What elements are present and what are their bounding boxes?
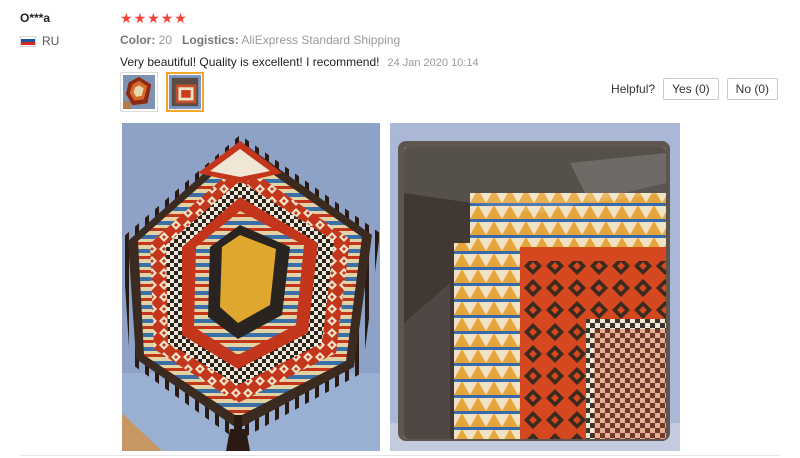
review-text: Very beautiful! Quality is excellent! I … xyxy=(120,55,380,69)
logistics-label: Logistics: xyxy=(182,33,239,47)
star-icon: ★ xyxy=(133,10,147,26)
helpful-label: Helpful? xyxy=(611,82,656,96)
country-code: RU xyxy=(42,34,60,48)
review-feedback: Very beautiful! Quality is excellent! I … xyxy=(120,55,780,71)
review-content: ★ ★ ★ ★ ★ Color: 20 Logistics: AliExpress St… xyxy=(120,10,780,71)
review-date: 24 Jan 2020 10:14 xyxy=(387,57,479,69)
logistics-value: AliExpress Standard Shipping xyxy=(241,33,401,47)
helpful-no-button[interactable]: No (0) xyxy=(726,78,778,100)
color-label: Color: xyxy=(120,33,156,47)
star-rating: ★ ★ ★ ★ ★ xyxy=(120,10,780,26)
logistics-attribute: Logistics: AliExpress Standard Shipping xyxy=(182,33,400,47)
color-value: 20 xyxy=(158,33,173,47)
photo-thumbnails xyxy=(120,72,204,112)
color-attribute: Color: 20 xyxy=(120,33,172,47)
reviewer-info: O***a RU xyxy=(20,10,110,48)
scarf-unfolded-photo[interactable] xyxy=(122,123,380,451)
review-divider xyxy=(20,455,780,456)
reviewer-name: O***a xyxy=(20,11,51,25)
star-icon: ★ xyxy=(147,10,160,26)
helpful-yes-button[interactable]: Yes (0) xyxy=(663,78,719,100)
photo-thumbnail-2[interactable] xyxy=(166,72,204,112)
reviewer-country: RU xyxy=(20,34,110,48)
star-icon: ★ xyxy=(120,10,133,26)
scarf-packaged-photo[interactable] xyxy=(390,123,680,451)
helpful-section: Helpful? Yes (0) No (0) xyxy=(611,78,778,100)
review-meta: Color: 20 Logistics: AliExpress Standard… xyxy=(120,33,780,47)
star-icon: ★ xyxy=(174,10,187,26)
photo-thumbnail-1[interactable] xyxy=(120,72,158,112)
star-icon: ★ xyxy=(160,10,174,26)
russia-flag-icon xyxy=(20,35,36,47)
